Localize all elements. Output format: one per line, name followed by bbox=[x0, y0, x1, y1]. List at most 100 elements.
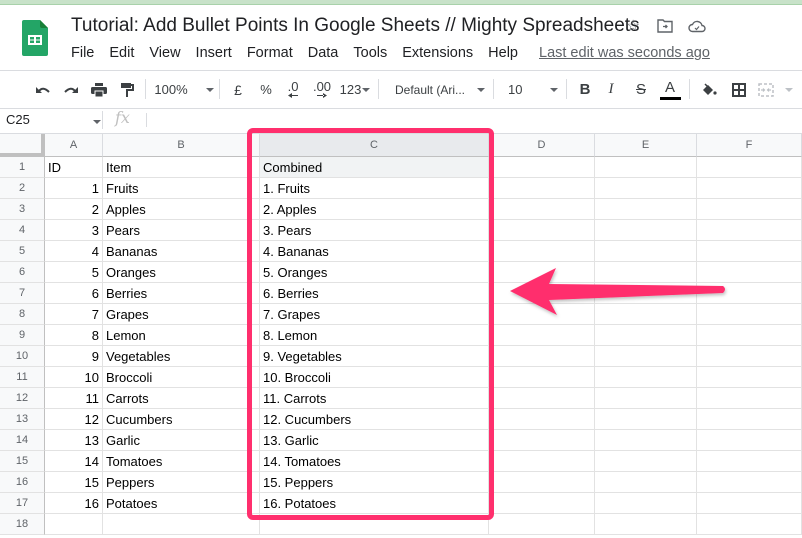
cell-d3[interactable] bbox=[489, 199, 595, 220]
row-header[interactable]: 15 bbox=[0, 451, 45, 472]
text-color-button[interactable]: A bbox=[658, 71, 682, 108]
cell-a7[interactable]: 6 bbox=[45, 283, 103, 304]
row-header[interactable]: 11 bbox=[0, 367, 45, 388]
print-button[interactable] bbox=[89, 71, 109, 108]
percent-format-button[interactable]: % bbox=[256, 71, 276, 108]
decrease-decimal-button[interactable]: .0 bbox=[282, 71, 304, 108]
row-header[interactable]: 17 bbox=[0, 493, 45, 514]
cell-a16[interactable]: 15 bbox=[45, 472, 103, 493]
cell-d9[interactable] bbox=[489, 325, 595, 346]
row-header[interactable]: 13 bbox=[0, 409, 45, 430]
chevron-down-icon[interactable] bbox=[93, 120, 101, 124]
cell-e8[interactable] bbox=[595, 304, 697, 325]
more-formats-button[interactable]: 123 bbox=[338, 71, 372, 108]
merge-cells-button[interactable] bbox=[756, 71, 776, 108]
cell-b15[interactable]: Tomatoes bbox=[103, 451, 260, 472]
cell-a15[interactable]: 14 bbox=[45, 451, 103, 472]
cell-b5[interactable]: Bananas bbox=[103, 241, 260, 262]
cell-c14[interactable]: 13. Garlic bbox=[260, 430, 489, 451]
cell-c3[interactable]: 2. Apples bbox=[260, 199, 489, 220]
cell-b12[interactable]: Carrots bbox=[103, 388, 260, 409]
cell-e10[interactable] bbox=[595, 346, 697, 367]
cell-f6[interactable] bbox=[697, 262, 802, 283]
cell-f12[interactable] bbox=[697, 388, 802, 409]
cell-b9[interactable]: Lemon bbox=[103, 325, 260, 346]
cell-f16[interactable] bbox=[697, 472, 802, 493]
cell-b8[interactable]: Grapes bbox=[103, 304, 260, 325]
cell-c1[interactable]: Combined bbox=[260, 157, 489, 178]
row-header[interactable]: 6 bbox=[0, 262, 45, 283]
cell-c12[interactable]: 11. Carrots bbox=[260, 388, 489, 409]
menu-extensions[interactable]: Extensions bbox=[402, 45, 473, 61]
select-all-corner[interactable] bbox=[0, 134, 45, 157]
cell-e17[interactable] bbox=[595, 493, 697, 514]
cell-c2[interactable]: 1. Fruits bbox=[260, 178, 489, 199]
cell-e16[interactable] bbox=[595, 472, 697, 493]
last-edit-link[interactable]: Last edit was seconds ago bbox=[539, 45, 710, 61]
cell-e1[interactable] bbox=[595, 157, 697, 178]
cell-b14[interactable]: Garlic bbox=[103, 430, 260, 451]
cell-b6[interactable]: Oranges bbox=[103, 262, 260, 283]
row-header[interactable]: 18 bbox=[0, 514, 45, 535]
cell-b11[interactable]: Broccoli bbox=[103, 367, 260, 388]
move-to-folder-icon[interactable] bbox=[656, 16, 674, 36]
merge-cells-dropdown[interactable] bbox=[782, 71, 796, 108]
cell-f11[interactable] bbox=[697, 367, 802, 388]
cell-b2[interactable]: Fruits bbox=[103, 178, 260, 199]
spreadsheet-grid[interactable]: A B C D E F 1 ID Item Combined 2 1 Fruits 1. Fruits 3 2… bbox=[0, 134, 802, 538]
cell-e5[interactable] bbox=[595, 241, 697, 262]
currency-format-button[interactable]: £ bbox=[228, 71, 248, 108]
cell-f10[interactable] bbox=[697, 346, 802, 367]
cell-f3[interactable] bbox=[697, 199, 802, 220]
cell-c15[interactable]: 14. Tomatoes bbox=[260, 451, 489, 472]
cell-e9[interactable] bbox=[595, 325, 697, 346]
cell-d5[interactable] bbox=[489, 241, 595, 262]
cell-a12[interactable]: 11 bbox=[45, 388, 103, 409]
column-header-c[interactable]: C bbox=[260, 134, 489, 157]
row-header[interactable]: 12 bbox=[0, 388, 45, 409]
cell-c11[interactable]: 10. Broccoli bbox=[260, 367, 489, 388]
menu-insert[interactable]: Insert bbox=[196, 45, 232, 61]
cell-f8[interactable] bbox=[697, 304, 802, 325]
cell-f4[interactable] bbox=[697, 220, 802, 241]
row-header[interactable]: 7 bbox=[0, 283, 45, 304]
cell-b18[interactable] bbox=[103, 514, 260, 535]
menu-view[interactable]: View bbox=[149, 45, 180, 61]
cell-d11[interactable] bbox=[489, 367, 595, 388]
font-size-select[interactable]: 10 bbox=[500, 71, 560, 108]
cell-c5[interactable]: 4. Bananas bbox=[260, 241, 489, 262]
cell-d18[interactable] bbox=[489, 514, 595, 535]
fill-color-button[interactable] bbox=[698, 71, 720, 108]
cell-f15[interactable] bbox=[697, 451, 802, 472]
row-header[interactable]: 5 bbox=[0, 241, 45, 262]
cell-d6[interactable] bbox=[489, 262, 595, 283]
cell-a5[interactable]: 4 bbox=[45, 241, 103, 262]
cell-f17[interactable] bbox=[697, 493, 802, 514]
column-header-e[interactable]: E bbox=[595, 134, 697, 157]
cell-b13[interactable]: Cucumbers bbox=[103, 409, 260, 430]
cell-f13[interactable] bbox=[697, 409, 802, 430]
cell-d10[interactable] bbox=[489, 346, 595, 367]
cell-b10[interactable]: Vegetables bbox=[103, 346, 260, 367]
google-sheets-logo-icon[interactable] bbox=[22, 20, 48, 56]
cell-d1[interactable] bbox=[489, 157, 595, 178]
cell-a14[interactable]: 13 bbox=[45, 430, 103, 451]
undo-button[interactable] bbox=[33, 71, 53, 108]
row-header[interactable]: 2 bbox=[0, 178, 45, 199]
cell-c16[interactable]: 15. Peppers bbox=[260, 472, 489, 493]
cell-a4[interactable]: 3 bbox=[45, 220, 103, 241]
row-header[interactable]: 8 bbox=[0, 304, 45, 325]
cell-b17[interactable]: Potatoes bbox=[103, 493, 260, 514]
increase-decimal-button[interactable]: .00 bbox=[309, 71, 335, 108]
cell-e2[interactable] bbox=[595, 178, 697, 199]
row-header[interactable]: 4 bbox=[0, 220, 45, 241]
cell-d4[interactable] bbox=[489, 220, 595, 241]
cell-a13[interactable]: 12 bbox=[45, 409, 103, 430]
cell-a1[interactable]: ID bbox=[45, 157, 103, 178]
cell-d12[interactable] bbox=[489, 388, 595, 409]
cell-e15[interactable] bbox=[595, 451, 697, 472]
cell-d13[interactable] bbox=[489, 409, 595, 430]
cell-c9[interactable]: 8. Lemon bbox=[260, 325, 489, 346]
font-select[interactable]: Default (Ari... bbox=[392, 71, 488, 108]
cell-f18[interactable] bbox=[697, 514, 802, 535]
